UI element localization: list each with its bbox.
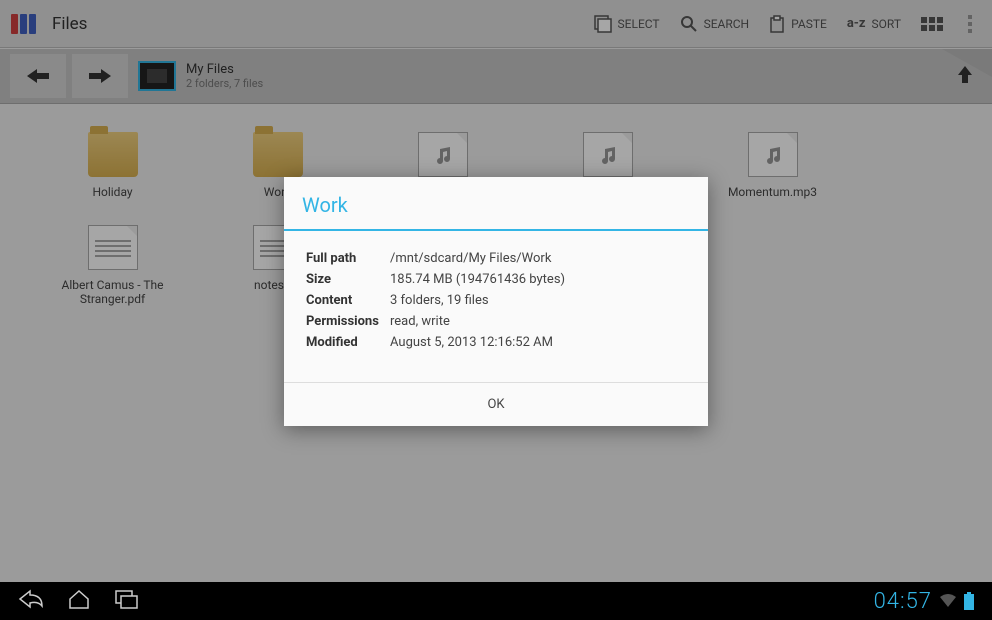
dialog-actions: OK — [284, 382, 708, 426]
property-row: Modified August 5, 2013 12:16:52 AM — [306, 335, 686, 350]
property-row: Content 3 folders, 19 files — [306, 293, 686, 308]
status-clock: 04:57 — [874, 589, 932, 614]
wifi-icon — [938, 593, 958, 609]
dialog-title: Work — [284, 177, 708, 231]
battery-icon — [964, 592, 974, 610]
property-row: Size 185.74 MB (194761436 bytes) — [306, 272, 686, 287]
system-nav-bar: 04:57 — [0, 582, 992, 620]
system-back-icon[interactable] — [18, 588, 44, 614]
system-recents-icon[interactable] — [114, 588, 140, 614]
property-row: Full path /mnt/sdcard/My Files/Work — [306, 251, 686, 266]
app-screen: Files SELECT SEARCH PASTE a-z SORT — [0, 0, 992, 582]
property-row: Permissions read, write — [306, 314, 686, 329]
system-home-icon[interactable] — [66, 588, 92, 614]
ok-button[interactable]: OK — [284, 383, 708, 426]
properties-dialog: Work Full path /mnt/sdcard/My Files/Work… — [284, 177, 708, 426]
dialog-body: Full path /mnt/sdcard/My Files/Work Size… — [284, 231, 708, 382]
